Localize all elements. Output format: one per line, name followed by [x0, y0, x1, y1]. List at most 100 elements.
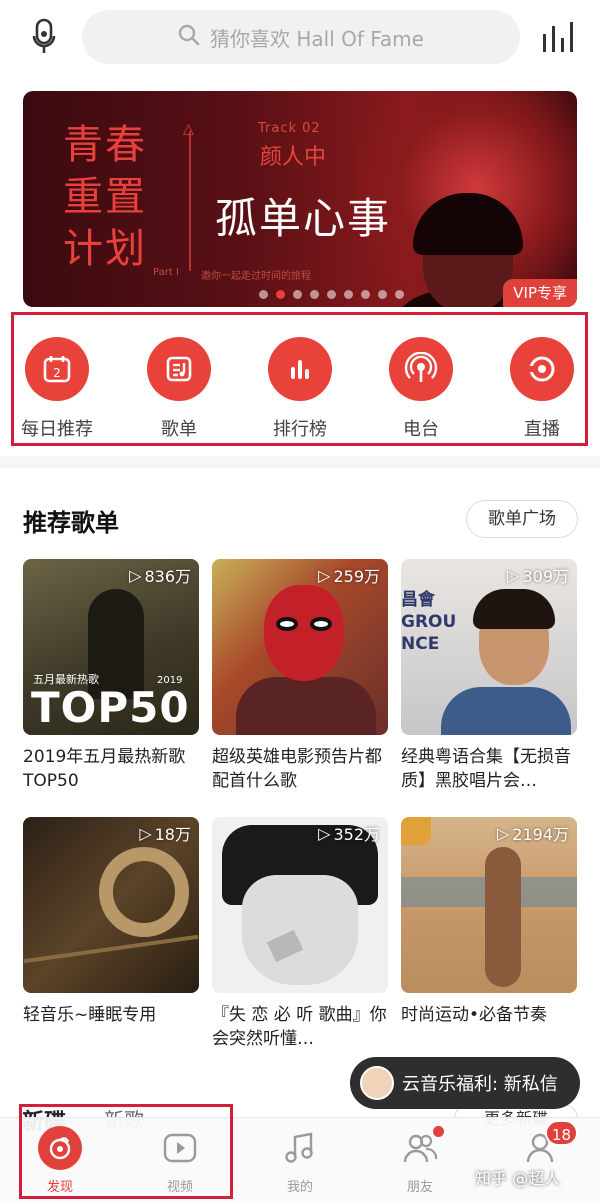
tab-label: 发现: [46, 1180, 73, 1195]
tab-discover[interactable]: 发现: [15, 1126, 105, 1195]
play-count-value: 352万: [333, 825, 380, 844]
chart-icon: [268, 337, 332, 401]
play-count: ▷ 2194万: [497, 821, 569, 845]
playlist-icon: [147, 337, 211, 401]
pagination-dot[interactable]: [361, 290, 370, 299]
cover-hero-mask: [264, 585, 344, 681]
playlist-card[interactable]: ▷ 2194万 时尚运动•必备节奏: [401, 817, 577, 1027]
play-count-value: 259万: [333, 567, 380, 586]
playlist-card[interactable]: ▷ 352万 『失 恋 必 听 歌曲』你会突然听懂…: [212, 817, 388, 1051]
friends-icon: [398, 1126, 444, 1170]
banner-song-title: 孤单心事: [215, 194, 392, 243]
banner-subtitle: 邀你一起走过时间的旅程: [201, 271, 311, 282]
play-count-value: 309万: [522, 567, 569, 586]
playlist-title: 时尚运动•必备节奏: [401, 1005, 548, 1025]
banner-artist: 颜人中: [260, 145, 327, 170]
pagination-dot[interactable]: [395, 290, 404, 299]
pagination-dot[interactable]: [327, 290, 336, 299]
cover-person-shirt: [441, 687, 571, 735]
entry-label: 排行榜: [273, 419, 327, 440]
section-title: 推荐歌单: [23, 509, 119, 537]
cover-headphone-cord: [23, 934, 199, 964]
play-count: ▷ 309万: [507, 563, 569, 587]
cover-title: TOP50: [31, 683, 190, 732]
playlist-card[interactable]: 五月最新热歌 2019 TOP50 ▷ 836万 2019年五月最热新歌TOP50: [23, 559, 199, 793]
cover-hero-eye: [310, 617, 332, 631]
play-icon: ▷: [318, 823, 331, 843]
play-count: ▷ 259万: [318, 563, 380, 587]
cover-person-hair: [473, 589, 555, 629]
search-icon: [178, 24, 200, 50]
message-toast[interactable]: 云音乐福利: 新私信: [350, 1057, 580, 1109]
play-count: ▷ 18万: [139, 821, 191, 845]
cover-anime-face: [242, 875, 358, 985]
pagination-dot[interactable]: [310, 290, 319, 299]
radio-icon: [389, 337, 453, 401]
pagination-dot[interactable]: [378, 290, 387, 299]
banner-pagination[interactable]: [259, 290, 404, 299]
banner-part: Part I: [153, 267, 179, 278]
search-placeholder: 猜你喜欢 Hall Of Fame: [210, 26, 424, 51]
play-count: ▷ 836万: [129, 563, 191, 587]
playlist-square-button[interactable]: 歌单广场: [466, 500, 578, 538]
playlist-cover: ▷ 259万: [212, 559, 388, 735]
pagination-dot[interactable]: [276, 290, 285, 299]
pagination-dot[interactable]: [259, 290, 268, 299]
search-bar[interactable]: 猜你喜欢 Hall Of Fame: [82, 10, 520, 64]
play-icon: ▷: [318, 565, 331, 585]
play-count-value: 18万: [154, 825, 191, 844]
play-count: ▷ 352万: [318, 821, 380, 845]
music-note-icon: [278, 1126, 322, 1170]
entry-charts[interactable]: 排行榜: [245, 337, 355, 441]
pagination-dot[interactable]: [344, 290, 353, 299]
play-count-value: 2194万: [512, 825, 569, 844]
avatar: [360, 1066, 394, 1100]
entry-radio[interactable]: 电台: [366, 337, 476, 441]
svg-text:2: 2: [53, 366, 61, 380]
banner-track: Track 02: [258, 121, 321, 136]
calendar-icon: 2: [25, 337, 89, 401]
tab-video[interactable]: 视频: [135, 1126, 225, 1195]
playlist-title: 经典粤语合集【无损音质】黑胶唱片会…: [401, 747, 571, 791]
play-icon: ▷: [507, 565, 520, 585]
playlist-cover: ▷ 352万: [212, 817, 388, 993]
cover-sign-text: 昌會 GROU NCE: [401, 590, 457, 654]
promo-banner[interactable]: 青春 重置 计划 △ Track 02 颜人中 孤单心事 Part I 邀你一起…: [23, 91, 577, 307]
playlist-title: 轻音乐~睡眠专用: [23, 1005, 157, 1025]
entry-label: 歌单: [161, 419, 197, 440]
playlist-cover: ▷ 2194万: [401, 817, 577, 993]
entry-live[interactable]: 直播: [487, 337, 597, 441]
pagination-dot[interactable]: [293, 290, 302, 299]
playlist-card[interactable]: ▷ 18万 轻音乐~睡眠专用: [23, 817, 199, 1027]
playlist-cover: ▷ 18万: [23, 817, 199, 993]
cover-hero-body: [236, 677, 376, 735]
playlist-card[interactable]: 昌會 GROU NCE ▷ 309万 经典粤语合集【无损音质】黑胶唱片会…: [401, 559, 577, 793]
playlist-card[interactable]: ▷ 259万 超级英雄电影预告片都配首什么歌: [212, 559, 388, 793]
play-icon: ▷: [139, 823, 152, 843]
tab-mine[interactable]: 我的: [255, 1126, 345, 1195]
notification-dot: [433, 1126, 444, 1137]
cover-headphones: [99, 847, 189, 937]
playlist-title: 2019年五月最热新歌TOP50: [23, 747, 186, 791]
entry-label: 电台: [403, 419, 439, 440]
bottom-tab-bar: 发现 视频 我的 朋友 18: [0, 1117, 600, 1203]
playlist-cover: 昌會 GROU NCE ▷ 309万: [401, 559, 577, 735]
section-divider: [0, 456, 600, 468]
video-icon: [158, 1126, 202, 1170]
entry-playlist[interactable]: 歌单: [124, 337, 234, 441]
banner-divider: [189, 131, 191, 271]
voice-search-icon[interactable]: [26, 16, 62, 56]
play-icon: ▷: [496, 823, 510, 843]
unread-badge: 18: [544, 1120, 578, 1146]
entry-daily-recommend[interactable]: 2 每日推荐: [2, 337, 112, 441]
tab-label: 视频: [166, 1180, 193, 1195]
cover-hero-eye: [276, 617, 298, 631]
play-count-value: 836万: [144, 567, 191, 586]
tab-label: 我的: [286, 1180, 313, 1195]
toast-text: 云音乐福利: 新私信: [402, 1074, 558, 1095]
discover-icon: [38, 1126, 82, 1170]
now-playing-icon[interactable]: [540, 18, 580, 54]
play-icon: ▷: [129, 565, 142, 585]
tab-friends[interactable]: 朋友: [375, 1126, 465, 1195]
playlist-title: 『失 恋 必 听 歌曲』你会突然听懂…: [212, 1005, 387, 1049]
